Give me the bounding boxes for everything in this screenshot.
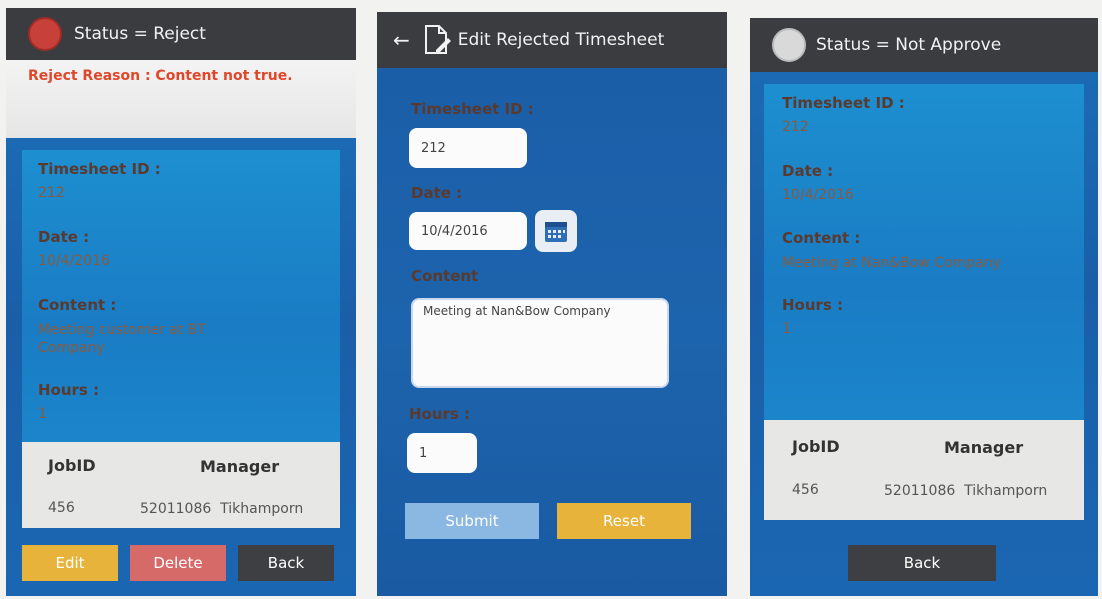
timesheet-id-label: Timesheet ID : (38, 160, 161, 178)
status-header: Status = Reject (6, 8, 356, 60)
delete-button[interactable]: Delete (130, 545, 226, 581)
app-bar: ← Edit Rejected Timesheet (377, 12, 727, 68)
screen-edit-timesheet: ← Edit Rejected Timesheet Timesheet ID :… (377, 12, 727, 596)
status-gray-icon (772, 28, 806, 62)
manager-header: Manager (200, 457, 280, 476)
reject-reason: Reject Reason : Content not true. (28, 68, 293, 84)
detail-panel (764, 84, 1084, 420)
back-button[interactable]: Back (848, 545, 996, 581)
date-label: Date : (38, 228, 90, 246)
submit-button[interactable]: Submit (405, 503, 539, 539)
back-arrow-icon[interactable]: ← (393, 28, 410, 52)
hours-value: 1 (38, 406, 47, 422)
jobid-cell: 456 (792, 482, 819, 498)
manager-cell: 52011086 Tikhamporn (140, 501, 304, 517)
status-text: Status = Not Approve (816, 35, 1002, 55)
hours-field[interactable]: 1 (407, 433, 477, 473)
calendar-icon (545, 222, 567, 242)
screen-not-approve-detail: Status = Not Approve Timesheet ID : 212 … (750, 18, 1098, 596)
jobid-header: JobID (48, 456, 96, 475)
timesheet-id-label: Timesheet ID : (782, 94, 905, 112)
hours-label: Hours : (38, 381, 100, 399)
content-label: Content : (38, 296, 117, 314)
date-value: 10/4/2016 (782, 187, 854, 203)
manager-header: Manager (944, 438, 1024, 457)
status-header: Status = Not Approve (750, 18, 1098, 72)
date-label: Date : (411, 184, 463, 202)
timesheet-id-value: 212 (782, 119, 809, 135)
jobid-header: JobID (792, 437, 840, 456)
back-button[interactable]: Back (238, 545, 334, 581)
job-table: JobID Manager 456 52011086 Tikhamporn (764, 420, 1084, 520)
timesheet-id-label: Timesheet ID : (411, 100, 534, 118)
content-label: Content (411, 267, 479, 285)
content-value: Meeting at Nan&Bow Company (782, 255, 1001, 271)
jobid-cell: 456 (48, 500, 75, 516)
hours-label: Hours : (782, 296, 844, 314)
date-field[interactable]: 10/4/2016 (409, 212, 527, 250)
content-textarea[interactable]: Meeting at Nan&Bow Company (411, 298, 669, 388)
job-table: JobID Manager 456 52011086 Tikhamporn (22, 442, 340, 528)
status-text: Status = Reject (74, 24, 206, 44)
manager-cell: 52011086 Tikhamporn (884, 483, 1048, 499)
calendar-button[interactable] (535, 210, 577, 252)
edit-document-icon (424, 25, 451, 54)
content-value: Meeting customer at BT Company (38, 322, 206, 356)
date-label: Date : (782, 162, 834, 180)
date-value: 10/4/2016 (38, 253, 110, 269)
content-label: Content : (782, 229, 861, 247)
hours-value: 1 (782, 321, 791, 337)
page-title: Edit Rejected Timesheet (457, 30, 665, 50)
status-red-icon (28, 17, 62, 51)
timesheet-id-field[interactable]: 212 (409, 128, 527, 168)
hours-label: Hours : (409, 405, 471, 423)
edit-button[interactable]: Edit (22, 545, 118, 581)
screen-reject-detail: Status = Reject Reject Reason : Content … (6, 8, 356, 596)
timesheet-id-value: 212 (38, 185, 65, 201)
reset-button[interactable]: Reset (557, 503, 691, 539)
reject-reason-area: Reject Reason : Content not true. (6, 60, 356, 138)
